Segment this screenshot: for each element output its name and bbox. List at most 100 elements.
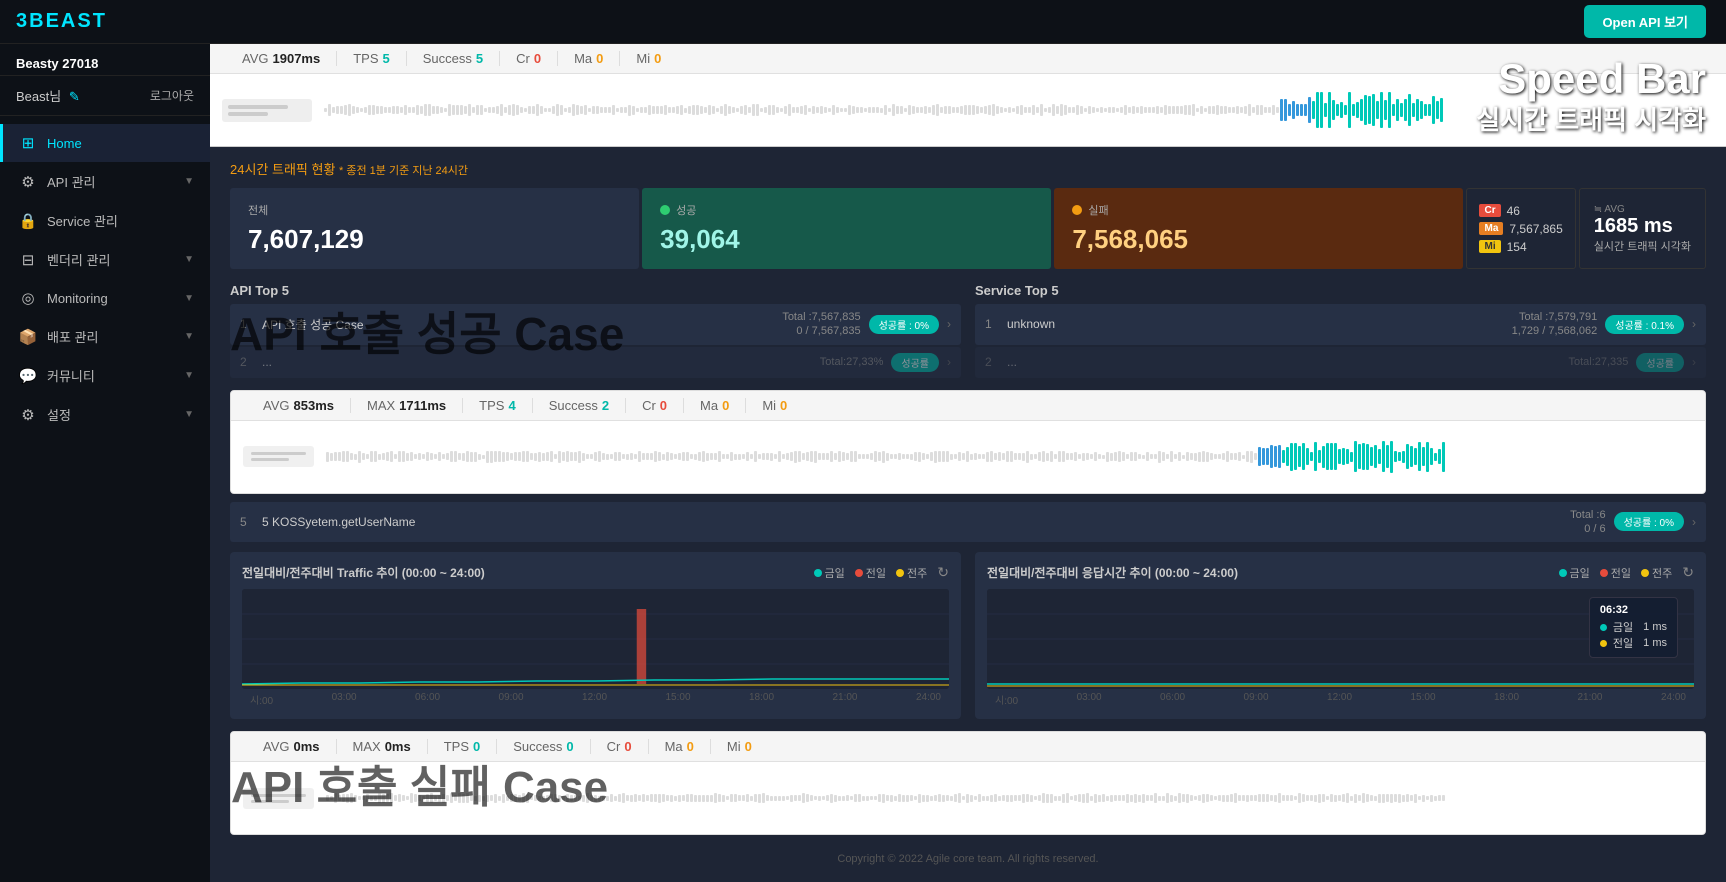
response-trend-chart: 전일대비/전주대비 응답시간 추이 (00:00 ~ 24:00) 금일 전일 … [975,552,1706,719]
sidebar-item-community[interactable]: 💬 커뮤니티 ▼ [0,356,210,395]
community-icon: 💬 [19,367,37,385]
tops-section: API 호출 성공 Case API Top 5 1 API 호출 성공 Cas… [230,283,1706,380]
sidebar-item-settings[interactable]: ⚙ 설정 ▼ [0,395,210,434]
row5-btn[interactable]: 성공률 : 0% [1614,512,1684,531]
legend-lastweek-resp: 전주 [1641,565,1672,581]
sb-bot-cr: Cr 0 [591,739,649,754]
success-card: 성공 39,064 [642,188,1051,269]
refresh-icon[interactable]: ↻ [937,564,949,581]
speed-bar-strips-bottom [326,775,1693,821]
response-chart-svg [987,589,1694,689]
sb-mid-cr: Cr 0 [626,398,684,413]
cr-badge-row: Cr 46 [1479,204,1562,218]
sb-bot-mi: Mi 0 [711,739,768,754]
api-top5-row2-btn[interactable]: 성공률 [891,353,939,372]
sidebar-item-vendor-manage[interactable]: ⊟ 벤더리 관리 ▼ [0,240,210,279]
refresh-icon-resp[interactable]: ↻ [1682,564,1694,581]
service-icon: 🔒 [19,212,37,230]
copyright: Copyright © 2022 Agile core team. All ri… [230,843,1706,875]
sidebar-item-service-manage[interactable]: 🔒 Service 관리 [0,201,210,240]
main-content: AVG 1907ms TPS 5 Success 5 Cr 0 [210,44,1726,882]
tooltip-teal-dot [1600,624,1607,631]
service-top5: Service Top 5 1 unknown Total :7,579,791… [975,283,1706,380]
legend-lastweek-dot: 전주 [896,565,927,581]
avg-inset-label: ≒ AVG [1594,204,1691,215]
logout-button[interactable]: 로그아웃 [150,87,194,104]
sidebar-item-settings-label: 설정 [47,405,174,424]
edit-icon[interactable]: ✎ [69,89,80,104]
service-top5-row-2: 2 ... Total:27,335 성공률 › [975,347,1706,378]
tooltip-row-yesterday: 전일 1 ms [1600,635,1667,651]
chevron-right-icon-s2: › [1692,355,1696,369]
sb-mi-stat: Mi 0 [620,51,677,66]
chevron-down-icon-deploy: ▼ [184,331,194,342]
ma-badge: Ma [1479,222,1503,235]
ma-badge-row: Ma 7,567,865 [1479,222,1562,236]
sb-ma-stat: Ma 0 [558,51,620,66]
deploy-icon: 📦 [19,328,37,346]
legend-today-dot: 금일 [814,565,845,581]
success-dot [660,205,670,215]
speed-bar-strips-middle [326,434,1693,480]
speed-bar-subtitle: 실시간 트래픽 시각화 [1476,100,1706,137]
service-top5-row1-btn[interactable]: 성공률 : 0.1% [1605,315,1684,334]
avg-inset-subtitle: 실시간 트래픽 시각화 [1594,238,1691,254]
sidebar-item-api-label: API 관리 [47,172,174,191]
traffic-stats-grid: 전체 7,607,129 성공 39,064 [230,188,1706,269]
traffic-chart-body [242,589,949,689]
failure-card: 실패 7,568,065 [1054,188,1463,269]
speed-bar-middle-section: AVG 853ms MAX 1711ms TPS 4 Success [230,390,1706,494]
chevron-down-icon-settings: ▼ [184,409,194,420]
chevron-right-icon-row5: › [1692,515,1696,529]
sb-bot-max: MAX 0ms [337,739,428,754]
api-top5-row1-btn[interactable]: 성공률 : 0% [869,315,939,334]
speed-bar-middle-visual [231,421,1705,493]
chevron-down-icon: ▼ [184,176,194,187]
chart-tooltip: 06:32 금일 1 ms 전일 1 ms [1589,597,1678,658]
success-label: 성공 [660,202,1033,218]
sb-bot-avg: AVG 0ms [247,739,337,754]
traffic-trend-chart: 전일대비/전주대비 Traffic 추이 (00:00 ~ 24:00) 금일 … [230,552,961,719]
chevron-down-icon-monitoring: ▼ [184,293,194,304]
chevron-right-icon-2: › [947,355,951,369]
settings-icon: ⚙ [19,406,37,424]
response-chart-body: 06:32 금일 1 ms 전일 1 ms [987,589,1694,689]
sb-mid-avg: AVG 853ms [247,398,351,413]
sidebar-item-api-manage[interactable]: ⚙ API 관리 ▼ [0,162,210,201]
traffic-chart-svg [242,589,949,689]
tooltip-row-today: 금일 1 ms [1600,619,1667,635]
legend-yesterday-dot: 전일 [855,565,886,581]
open-api-button[interactable]: Open API 보기 [1584,5,1706,38]
sidebar-item-monitoring[interactable]: ◎ Monitoring ▼ [0,279,210,317]
sidebar-user-row: Beast님 ✎ 로그아웃 [0,76,210,116]
logo: 3BEAST [16,10,107,33]
mi-value: 154 [1507,240,1527,254]
sb-tps-stat: TPS 5 [337,51,407,66]
failure-label: 실패 [1072,202,1445,218]
service-top5-row2-btn[interactable]: 성공률 [1636,353,1684,372]
sidebar: Beasty 27018 Beast님 ✎ 로그아웃 ⊞ Home ⚙ API … [0,44,210,882]
total-card: 전체 7,607,129 [230,188,639,269]
avg-speed-inset: ≒ AVG 1685 ms 실시간 트래픽 시각화 [1579,188,1706,269]
response-legend: 금일 전일 전주 [1559,565,1673,581]
speed-bar-bottom-header: AVG 0ms MAX 0ms TPS 0 Success [231,732,1705,762]
speed-bar-title: Speed Bar [1476,58,1706,100]
sidebar-item-home[interactable]: ⊞ Home [0,124,210,162]
ma-value: 7,567,865 [1509,222,1562,236]
badge-card: Cr 46 Ma 7,567,865 Mi 154 [1466,188,1575,269]
vendor-icon: ⊟ [19,251,37,269]
sb-mid-max: MAX 1711ms [351,398,463,413]
traffic-chart-header: 전일대비/전주대비 Traffic 추이 (00:00 ~ 24:00) 금일 … [242,564,949,581]
failure-value: 7,568,065 [1072,224,1445,255]
sidebar-item-community-label: 커뮤니티 [47,366,174,385]
sidebar-item-home-label: Home [47,136,194,151]
sb-mid-ma: Ma 0 [684,398,746,413]
response-chart-controls: 금일 전일 전주 ↻ [1559,564,1694,581]
sb-bot-success: Success 0 [497,739,590,754]
sidebar-item-deploy[interactable]: 📦 배포 관리 ▼ [0,317,210,356]
service-top5-row-1: 1 unknown Total :7,579,791 1,729 / 7,568… [975,304,1706,345]
tooltip-yesterday-value: 1 ms [1643,637,1667,649]
api-top5-row-1: 1 API 호출 성공 Case Total :7,567,835 0 / 7,… [230,304,961,345]
traffic-legend: 금일 전일 전주 [814,565,928,581]
sidebar-nav: ⊞ Home ⚙ API 관리 ▼ 🔒 Service 관리 ⊟ 벤더리 관리 … [0,116,210,882]
